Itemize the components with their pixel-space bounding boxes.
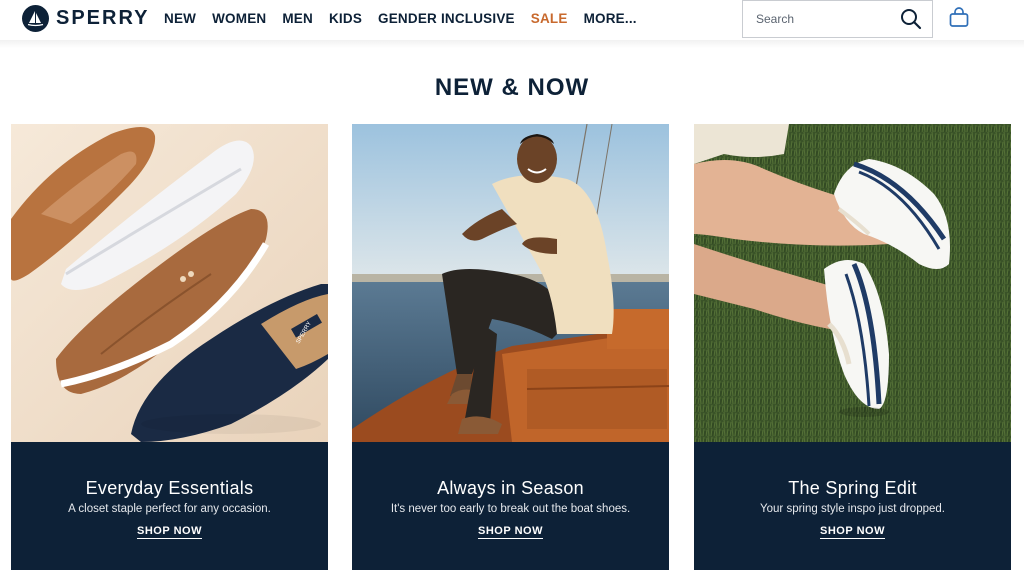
- promo-card-spring-edit[interactable]: The Spring Edit Your spring style inspo …: [694, 124, 1011, 570]
- card-subtitle: Your spring style inspo just dropped.: [760, 503, 945, 515]
- promo-card-everyday-essentials[interactable]: SPERRY Everyday Essentials A closet stap…: [11, 124, 328, 570]
- card-title: The Spring Edit: [788, 478, 917, 498]
- card-title: Everyday Essentials: [85, 478, 254, 498]
- promo-card-always-in-season[interactable]: Always in Season It's never too early to…: [352, 124, 669, 570]
- nav-item-men[interactable]: MEN: [282, 11, 313, 26]
- section-title: NEW & NOW: [434, 74, 590, 101]
- card-image-boat: [352, 124, 669, 442]
- shop-now-label[interactable]: SHOP NOW: [137, 525, 202, 539]
- shop-now-link[interactable]: SHOP NOW: [352, 525, 669, 539]
- card-subtitle: It's never too early to break out the bo…: [390, 503, 631, 515]
- nav-item-sale[interactable]: SALE: [531, 11, 568, 26]
- site-header: SPERRY NEW WOMEN MEN KIDS GENDER INCLUSI…: [0, 0, 1024, 42]
- nav-item-gender-inclusive[interactable]: GENDER INCLUSIVE: [378, 11, 515, 26]
- card-image-loafers: SPERRY: [11, 124, 328, 442]
- card-body: The Spring Edit Your spring style inspo …: [694, 442, 1011, 570]
- shopping-bag-icon[interactable]: [948, 7, 970, 29]
- brand-logo[interactable]: SPERRY: [22, 4, 150, 32]
- sailboat-icon: [22, 4, 49, 32]
- brand-name: SPERRY: [56, 6, 150, 29]
- nav-item-women[interactable]: WOMEN: [212, 11, 266, 26]
- header-shadow: [0, 40, 1024, 48]
- shop-now-link[interactable]: SHOP NOW: [11, 525, 328, 539]
- card-body: Always in Season It's never too early to…: [352, 442, 669, 570]
- shop-now-link[interactable]: SHOP NOW: [694, 525, 1011, 539]
- search-box: [742, 0, 933, 38]
- main-nav: NEW WOMEN MEN KIDS GENDER INCLUSIVE SALE…: [164, 11, 653, 26]
- nav-item-kids[interactable]: KIDS: [329, 11, 362, 26]
- search-input[interactable]: [743, 1, 893, 37]
- nav-item-new[interactable]: NEW: [164, 11, 196, 26]
- search-icon[interactable]: [900, 8, 922, 30]
- shop-now-label[interactable]: SHOP NOW: [478, 525, 543, 539]
- shop-now-label[interactable]: SHOP NOW: [820, 525, 885, 539]
- card-body: Everyday Essentials A closet staple perf…: [11, 442, 328, 570]
- card-title: Always in Season: [437, 478, 584, 498]
- card-subtitle: A closet staple perfect for any occasion…: [68, 503, 271, 515]
- card-image-grass: [694, 124, 1011, 442]
- nav-item-more[interactable]: MORE...: [584, 11, 637, 26]
